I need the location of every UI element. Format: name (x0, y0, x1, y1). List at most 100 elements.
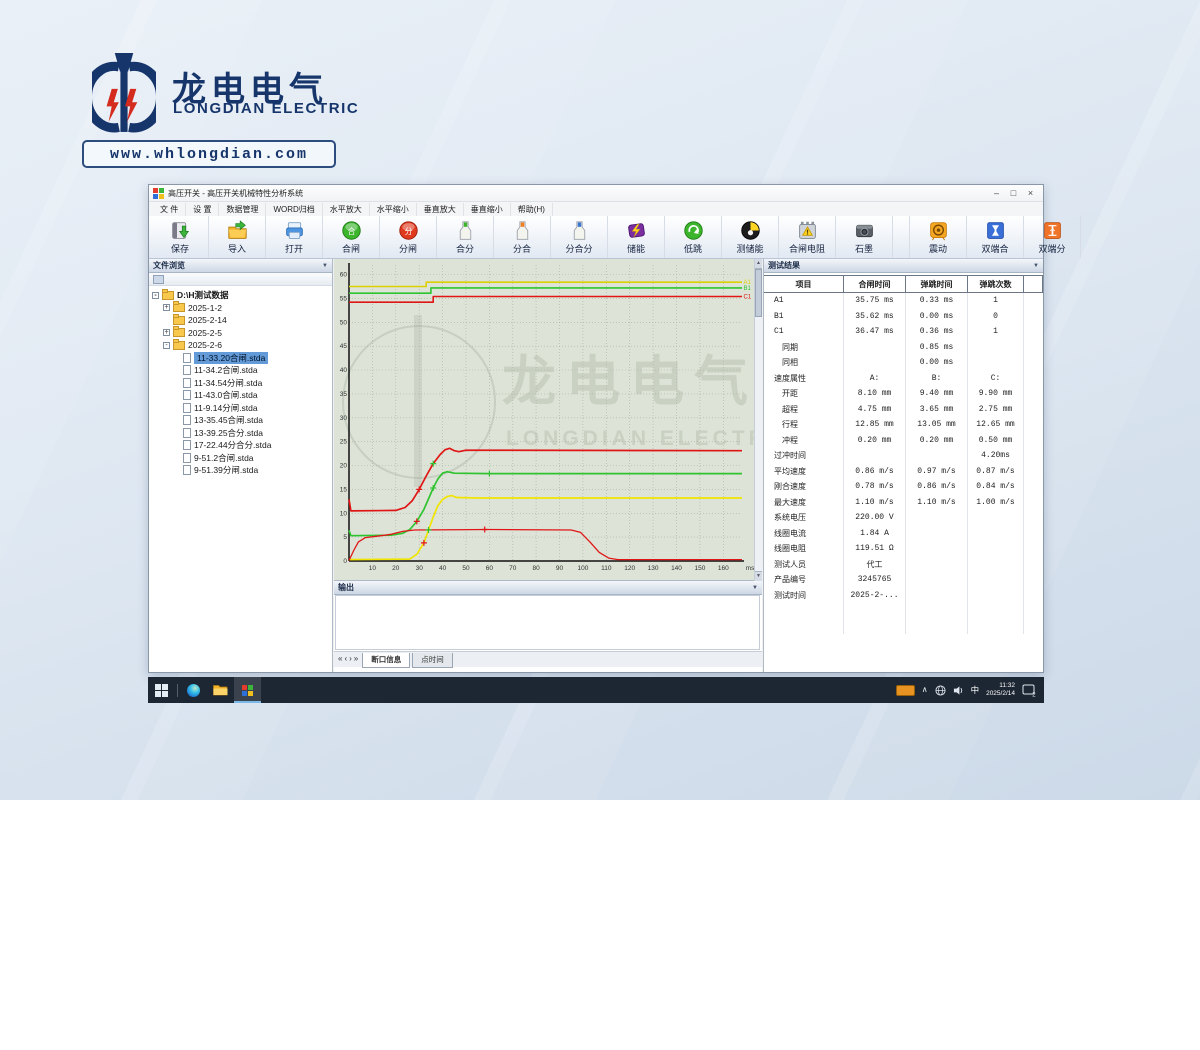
svg-text:60: 60 (340, 272, 348, 279)
menu-item-3[interactable]: 数据管理 (219, 203, 266, 216)
menu-item-6[interactable]: 水平缩小 (370, 203, 417, 216)
file-icon (183, 453, 191, 463)
ime-indicator[interactable]: 中 (971, 684, 980, 696)
low-trip-button[interactable]: 低跳 (665, 216, 722, 258)
notification-icon[interactable]: 2 (1022, 684, 1037, 697)
menu-item-7[interactable]: 垂直放大 (417, 203, 464, 216)
svg-text:20: 20 (340, 463, 348, 470)
open-close-open-icon (569, 220, 590, 241)
tree-file[interactable]: 13-39.25合分.stda (149, 427, 332, 440)
tree-folder[interactable]: +2025-2-5 (149, 327, 332, 340)
scroll-down-icon[interactable]: ▼ (755, 571, 762, 581)
maximize-button[interactable]: □ (1005, 188, 1022, 198)
dual-close-button[interactable]: 双端合 (967, 216, 1024, 258)
windows-logo-icon (155, 684, 168, 697)
table-row: 产品编号3245765 (764, 572, 1043, 588)
tree-file[interactable]: 9-51.2合闸.stda (149, 452, 332, 465)
taskbar-separator (177, 684, 178, 697)
svg-text:50: 50 (340, 319, 348, 326)
tray-app-icon[interactable] (896, 685, 915, 696)
open-close-open-button[interactable]: 分合分 (551, 216, 608, 258)
scroll-up-icon[interactable]: ▲ (755, 259, 762, 269)
network-globe-icon[interactable] (935, 685, 946, 696)
minimize-button[interactable]: – (988, 188, 1005, 198)
table-row: C136.47 ms0.36 ms1 (764, 324, 1043, 340)
tab-1[interactable]: 断口信息 (362, 653, 410, 668)
results-panel-title: 测试结果 (768, 260, 800, 271)
speaker-icon[interactable] (953, 685, 964, 696)
svg-text:55: 55 (340, 295, 348, 302)
chart-canvas[interactable]: 0510152025303540455055601020304050607080… (334, 259, 754, 580)
tree-file[interactable]: 11-34.54分闸.stda (149, 377, 332, 390)
prev-tab-icon[interactable]: ‹ (344, 654, 347, 664)
app-icon (153, 188, 164, 199)
waveform-chart[interactable]: 龙电电气 LONGDIAN ELECTRIC 05101520253035404… (334, 259, 754, 581)
save-button[interactable]: 保存 (152, 216, 209, 258)
open-close-button[interactable]: 分合 (494, 216, 551, 258)
menu-item-5[interactable]: 水平放大 (323, 203, 370, 216)
start-button[interactable] (148, 677, 175, 703)
file-explorer-button[interactable] (207, 677, 234, 703)
import-button[interactable]: 导入 (209, 216, 266, 258)
close-button[interactable]: × (1022, 188, 1039, 198)
center-column: 龙电电气 LONGDIAN ELECTRIC 05101520253035404… (334, 259, 762, 672)
close-open-button[interactable]: 合分 (437, 216, 494, 258)
tab-2[interactable]: 点时间 (412, 653, 453, 668)
tree-file[interactable]: 11-43.0合闸.stda (149, 389, 332, 402)
tree-file[interactable]: 11-34.2合闸.stda (149, 364, 332, 377)
table-row: B135.62 ms0.00 ms0 (764, 309, 1043, 325)
tree-file[interactable]: 17-22.44分合分.stda (149, 439, 332, 452)
open-button[interactable]: 打开 (266, 216, 323, 258)
menu-item-9[interactable]: 帮助(H) (511, 203, 553, 216)
tree-root[interactable]: -D:\H测试数据 (149, 289, 332, 302)
menu-item-4[interactable]: WORD归档 (266, 203, 322, 216)
scroll-thumb[interactable] (755, 269, 762, 317)
svg-text:30: 30 (416, 565, 424, 572)
clock[interactable]: 11:32 2025/2/14 (986, 682, 1015, 698)
energy-store-button[interactable]: 储能 (608, 216, 665, 258)
last-tab-icon[interactable]: » (354, 654, 358, 664)
close-op-button[interactable]: 合合闸 (323, 216, 380, 258)
closing-resistor-button[interactable]: 合闸电阻 (779, 216, 836, 258)
menu-item-1[interactable]: 文 件 (153, 203, 186, 216)
chevron-down-icon[interactable]: ▼ (752, 585, 758, 591)
tree-folder[interactable]: +2025-1-2 (149, 302, 332, 315)
chart-scrollbar[interactable]: ▲ ▼ (754, 259, 762, 581)
chevron-down-icon[interactable]: ▼ (1033, 263, 1039, 269)
import-icon (227, 220, 248, 241)
tree-file[interactable]: 9-51.39分闸.stda (149, 464, 332, 477)
tree-file[interactable]: 11-9.14分闸.stda (149, 402, 332, 415)
file-icon (183, 378, 191, 388)
tree-folder[interactable]: -2025-2-6 (149, 339, 332, 352)
menu-item-2[interactable]: 设 置 (186, 203, 219, 216)
expand-toggle-icon[interactable]: - (163, 342, 170, 349)
expand-toggle-icon[interactable]: + (163, 304, 170, 311)
expand-toggle-icon[interactable]: + (163, 329, 170, 336)
tree-toolbar-folder-icon[interactable] (153, 275, 164, 284)
first-tab-icon[interactable]: « (338, 654, 342, 664)
chevron-down-icon[interactable]: ▼ (322, 263, 328, 269)
bottom-tabstrip: « ‹ › » 断口信息点时间 (334, 651, 762, 667)
svg-text:20: 20 (392, 565, 400, 572)
open-op-button[interactable]: 分分闸 (380, 216, 437, 258)
table-row: 平均速度0.86 m/s0.97 m/s0.87 m/s (764, 464, 1043, 480)
clock-date: 2025/2/14 (986, 690, 1015, 697)
brand-name-en: LONGDIAN ELECTRIC (173, 100, 359, 117)
tree-file[interactable]: 13-35.45合闸.stda (149, 414, 332, 427)
measure-energy-button[interactable]: 测储能 (722, 216, 779, 258)
next-tab-icon[interactable]: › (349, 654, 352, 664)
analysis-app-button[interactable] (234, 677, 261, 703)
tree-file[interactable]: 11-33.20合闸.stda (149, 352, 332, 365)
menu-item-8[interactable]: 垂直缩小 (464, 203, 511, 216)
file-browser-panel: 文件浏览 ▼ -D:\H测试数据+2025-1-22025-2-14+2025-… (149, 259, 333, 672)
low-trip-icon (683, 220, 704, 241)
tree-folder[interactable]: 2025-2-14 (149, 314, 332, 327)
edge-browser-button[interactable] (180, 677, 207, 703)
vibration-button[interactable]: 震动 (909, 216, 967, 258)
svg-text:10: 10 (340, 510, 348, 517)
svg-text:45: 45 (340, 343, 348, 350)
dual-open-button[interactable]: 双端分 (1024, 216, 1081, 258)
graphite-button[interactable]: 石墨 (836, 216, 893, 258)
expand-toggle-icon[interactable]: - (152, 292, 159, 299)
tray-expand-icon[interactable]: ∧ (922, 686, 928, 694)
